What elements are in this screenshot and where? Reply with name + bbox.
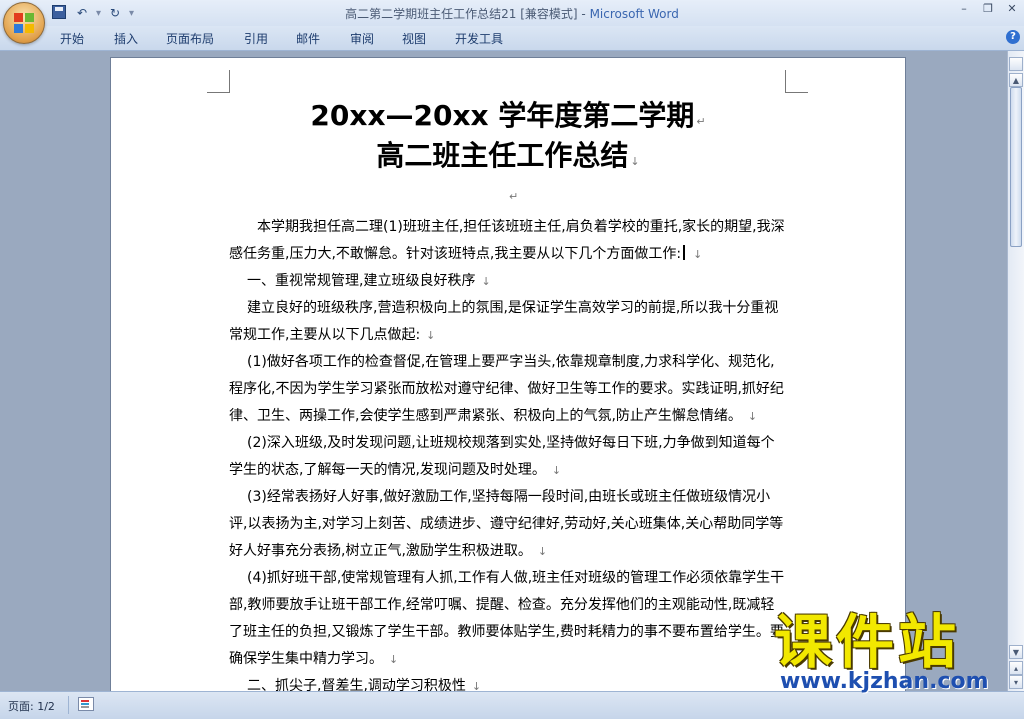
ruler-toggle-icon[interactable] bbox=[1009, 57, 1023, 71]
status-bar: 页面: 1/2 bbox=[0, 691, 1024, 719]
tab-developer[interactable]: 开发工具 bbox=[455, 30, 503, 47]
paragraph-text: 建立良好的班级秩序,营造积极向上的氛围,是保证学生高效学习的前提,所以我十分重视… bbox=[229, 300, 779, 343]
tab-home[interactable]: 开始 bbox=[60, 30, 84, 47]
body-paragraph[interactable]: 本学期我担任高二理(1)班班主任,担任该班班主任,肩负着学校的重托,家长的期望,… bbox=[229, 214, 785, 268]
tab-mailings[interactable]: 邮件 bbox=[296, 30, 320, 47]
previous-page-icon[interactable]: ▴ bbox=[1009, 661, 1023, 675]
office-logo-icon bbox=[14, 13, 34, 33]
body-paragraph[interactable]: (3)经常表扬好人好事,做好激励工作,坚持每隔一段时间,由班长或班主任做班级情况… bbox=[229, 484, 785, 565]
minimize-button[interactable]: – bbox=[956, 2, 972, 15]
section-heading[interactable]: 一、重视常规管理,建立班级良好秩序 ↓ bbox=[229, 268, 785, 295]
tab-insert[interactable]: 插入 bbox=[114, 30, 138, 47]
document-area[interactable]: 20xx—20xx 学年度第二学期 ↵ 高二班主任工作总结 ↓ ↵ 本学期我担任高二… bbox=[0, 51, 1008, 691]
page-count[interactable]: 页面: 1/2 bbox=[8, 698, 55, 714]
title-bar: ↶ ▾ ↻ ▾ 高二第二学期班主任工作总结21 [兼容模式] - Microso… bbox=[0, 0, 1024, 44]
document-name: 高二第二学期班主任工作总结21 [兼容模式] - bbox=[345, 7, 590, 21]
body-paragraph[interactable]: (4)抓好班干部,使常规管理有人抓,工作有人做,班主任对班级的管理工作必须依靠学… bbox=[229, 565, 785, 673]
title-line2-text: 高二班主任工作总结 bbox=[376, 139, 629, 172]
close-button[interactable]: ✕ bbox=[1004, 2, 1020, 15]
app-name: Microsoft Word bbox=[589, 7, 679, 21]
document-page[interactable]: 20xx—20xx 学年度第二学期 ↵ 高二班主任工作总结 ↓ ↵ 本学期我担任高二… bbox=[110, 57, 906, 691]
watermark-url: www.kjzhan.com bbox=[780, 669, 989, 694]
paragraph-text: (4)抓好班干部,使常规管理有人抓,工作有人做,班主任对班级的管理工作必须依靠学… bbox=[229, 570, 785, 667]
margin-corner-top-left bbox=[207, 70, 230, 93]
line-break-mark: ↓ bbox=[537, 545, 548, 558]
ribbon-tabs: 开始 插入 页面布局 引用 邮件 审阅 视图 开发工具 ? bbox=[0, 26, 1024, 51]
scroll-down-icon[interactable]: ▼ bbox=[1009, 645, 1023, 659]
text-cursor bbox=[683, 245, 686, 260]
paragraph-text: (2)深入班级,及时发现问题,让班规校规落到实处,坚持做好每日下班,力争做到知道… bbox=[229, 435, 775, 478]
scroll-up-icon[interactable]: ▲ bbox=[1009, 73, 1023, 87]
margin-corner-top-right bbox=[785, 70, 808, 93]
paragraph-mark: ↵ bbox=[509, 190, 519, 203]
line-break-mark: ↓ bbox=[471, 680, 482, 691]
document-title-line2[interactable]: 高二班主任工作总结 ↓ bbox=[111, 134, 905, 174]
next-page-icon[interactable]: ▾ bbox=[1009, 675, 1023, 689]
body-paragraph[interactable]: 建立良好的班级秩序,营造积极向上的氛围,是保证学生高效学习的前提,所以我十分重视… bbox=[229, 295, 785, 349]
line-break-mark: ↓ bbox=[481, 275, 491, 288]
scroll-thumb[interactable] bbox=[1010, 87, 1022, 247]
line-break-mark: ↓ bbox=[389, 653, 399, 666]
line-break-mark: ↓ bbox=[693, 248, 703, 261]
help-icon[interactable]: ? bbox=[1006, 30, 1020, 44]
paragraph-text: 一、重视常规管理,建立班级良好秩序 bbox=[247, 273, 476, 289]
line-break-mark: ↓ bbox=[747, 410, 758, 423]
paragraph-mark: ↵ bbox=[696, 115, 706, 128]
tab-review[interactable]: 审阅 bbox=[350, 30, 374, 47]
body-paragraph[interactable]: (1)做好各项工作的检查督促,在管理上要严字当头,依靠规章制度,力求科学化、规范… bbox=[229, 349, 785, 430]
status-divider bbox=[68, 696, 69, 714]
paragraph-text: (1)做好各项工作的检查督促,在管理上要严字当头,依靠规章制度,力求科学化、规范… bbox=[229, 354, 784, 424]
office-button[interactable] bbox=[3, 2, 45, 44]
tab-view[interactable]: 视图 bbox=[402, 30, 426, 47]
line-break-mark: ↓ bbox=[426, 329, 436, 342]
line-break-mark: ↓ bbox=[551, 464, 562, 477]
line-break-mark: ↓ bbox=[630, 155, 640, 168]
tab-references[interactable]: 引用 bbox=[244, 30, 268, 47]
tab-page-layout[interactable]: 页面布局 bbox=[166, 30, 214, 47]
proofing-icon[interactable] bbox=[78, 697, 94, 711]
document-body[interactable]: 本学期我担任高二理(1)班班主任,担任该班班主任,肩负着学校的重托,家长的期望,… bbox=[229, 214, 785, 691]
restore-button[interactable]: ❐ bbox=[980, 2, 996, 15]
vertical-scrollbar[interactable]: ▲ ▼ ▴ ▾ bbox=[1007, 51, 1024, 691]
title-line1-text: 20xx—20xx 学年度第二学期 bbox=[310, 99, 695, 132]
paragraph-text: (3)经常表扬好人好事,做好激励工作,坚持每隔一段时间,由班长或班主任做班级情况… bbox=[229, 489, 784, 559]
section-heading[interactable]: 二、抓尖子,督差生,调动学习积极性 ↓ bbox=[229, 673, 785, 691]
window-controls: – ❐ ✕ bbox=[956, 2, 1020, 15]
watermark-logo: 课件站 bbox=[774, 608, 961, 676]
paragraph-text: 二、抓尖子,督差生,调动学习积极性 bbox=[247, 678, 466, 691]
document-title-line1[interactable]: 20xx—20xx 学年度第二学期 ↵ bbox=[111, 94, 905, 134]
window-title: 高二第二学期班主任工作总结21 [兼容模式] - Microsoft Word bbox=[0, 5, 1024, 22]
body-paragraph[interactable]: (2)深入班级,及时发现问题,让班规校规落到实处,坚持做好每日下班,力争做到知道… bbox=[229, 430, 785, 484]
